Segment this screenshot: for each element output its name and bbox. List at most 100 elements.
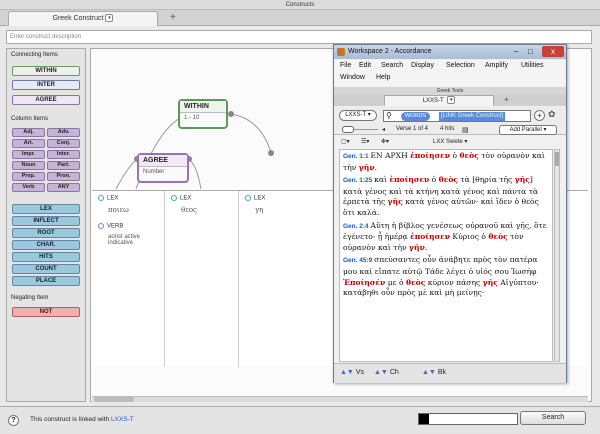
any-button[interactable]: ANY: [47, 183, 80, 192]
count-button[interactable]: COUNT: [12, 264, 80, 274]
conj-button[interactable]: Conj.: [47, 139, 80, 148]
lex-item[interactable]: LEX: [171, 195, 191, 202]
verse-text: ὁ: [429, 175, 439, 185]
menu-amplify[interactable]: Amplify: [485, 62, 508, 69]
accordance-window[interactable]: Workspace 2 - Accordance – □ x File Edit…: [333, 44, 567, 383]
scrollbar-thumb[interactable]: [94, 397, 134, 402]
horizontal-scrollbar[interactable]: [92, 396, 588, 402]
amplify-icon[interactable]: ✿: [548, 109, 556, 120]
accordance-text-pane[interactable]: Gen. 1:1 ΕΝ ΑΡΧΗ ἐποίησεν ὁ θεὸς τὸν οὐρ…: [339, 149, 553, 362]
ch-nav[interactable]: ▲▼ Ch: [374, 369, 399, 376]
chevron-down-icon[interactable]: ▾: [447, 96, 456, 105]
inter-item-button[interactable]: Inter.: [47, 150, 80, 159]
verse-text: καὶ: [374, 175, 390, 185]
connector-handle[interactable]: [268, 150, 274, 156]
lex-item[interactable]: LEX: [98, 195, 118, 202]
construct-description-input[interactable]: Enter construct description: [6, 30, 592, 44]
lex-item[interactable]: LEX: [245, 195, 265, 202]
agree-node[interactable]: AGREE Number: [137, 153, 189, 183]
hit-word: γῆς: [387, 197, 403, 207]
verb-button[interactable]: Verb: [12, 183, 45, 192]
column-3[interactable]: LEX γη: [239, 191, 334, 367]
within-button[interactable]: WITHIN: [12, 66, 80, 76]
verse-label: Verse 1 of 4: [396, 126, 429, 132]
root-button[interactable]: ROOT: [12, 228, 80, 238]
swete-label[interactable]: LXX Swete ▾: [433, 138, 467, 145]
menu-utilities[interactable]: Utilities: [521, 62, 544, 69]
verse-reference[interactable]: Gen. 2:4: [343, 223, 370, 230]
vertical-scrollbar[interactable]: [554, 149, 560, 362]
search-button[interactable]: Search: [520, 411, 586, 425]
menu-search[interactable]: Search: [381, 62, 403, 69]
connector-handle[interactable]: [228, 111, 234, 117]
column-2[interactable]: LEX θεος: [165, 191, 239, 367]
bk-nav[interactable]: ▲▼ Bk: [422, 369, 446, 376]
verse-text: .: [424, 242, 428, 252]
add-tab-button[interactable]: +: [504, 95, 509, 105]
menu-selection[interactable]: Selection: [446, 62, 475, 69]
linked-text-link[interactable]: LXXS-T: [111, 416, 134, 423]
lex-button[interactable]: LEX: [12, 204, 80, 214]
adj-button[interactable]: Adj.: [12, 128, 45, 137]
hit-word: θεὸς: [405, 277, 426, 287]
noun-button[interactable]: Noun: [12, 161, 45, 170]
search-field[interactable]: ⚲ WORDS [LINK Greek Construct]: [383, 110, 531, 122]
inter-button[interactable]: INTER: [12, 80, 80, 90]
display-icon[interactable]: ▢▾: [341, 138, 350, 145]
menu-window[interactable]: Window: [340, 74, 365, 81]
text-select[interactable]: LXXS-T ▾: [339, 110, 377, 121]
verse-text: τὰ [θηρία τῆς: [458, 175, 515, 185]
menu-file[interactable]: File: [340, 62, 351, 69]
verse-item[interactable]: Gen. 45:9 σπεύσαντες οὖν ἀνάβητε πρὸς τὸ…: [340, 254, 552, 299]
not-button[interactable]: NOT: [12, 307, 80, 317]
art-button[interactable]: Art.: [12, 139, 45, 148]
slider-thumb[interactable]: [342, 126, 354, 133]
menu-edit[interactable]: Edit: [359, 62, 371, 69]
tab-greek-construct[interactable]: Greek Construct ▾: [8, 11, 158, 26]
prep-button[interactable]: Prep.: [12, 172, 45, 181]
verse-item[interactable]: Gen. 1:25 καὶ ἐποίησεν ὁ θεὸς τὰ [θηρία …: [340, 174, 552, 219]
inflect-button[interactable]: INFLECT: [12, 216, 80, 226]
hits-graph-icon[interactable]: ▤: [462, 126, 469, 134]
words-button[interactable]: WORDS: [401, 112, 431, 121]
close-icon[interactable]: x: [542, 46, 564, 57]
maximize-icon[interactable]: □: [528, 47, 533, 57]
char-button[interactable]: CHAR.: [12, 240, 80, 250]
menu-display[interactable]: Display: [411, 62, 434, 69]
hit-word: γῆς: [514, 175, 530, 185]
agree-button[interactable]: AGREE: [12, 95, 80, 105]
minimize-icon[interactable]: –: [514, 47, 518, 57]
impr-button[interactable]: Impr.: [12, 150, 45, 159]
help-icon[interactable]: ?: [8, 415, 19, 426]
vs-nav[interactable]: ▲▼ Vs: [340, 369, 364, 376]
part-button[interactable]: Part.: [47, 161, 80, 170]
adv-button[interactable]: Adv.: [47, 128, 80, 137]
verse-item[interactable]: Gen. 2:4 Αὕτη ἡ βίβλος γενέσεως οὐρανοῦ …: [340, 220, 552, 255]
chevron-down-icon[interactable]: ▾: [105, 14, 114, 23]
place-button[interactable]: PLACE: [12, 276, 80, 286]
settings-icon[interactable]: ✻▾: [381, 138, 389, 145]
scrollbar-thumb[interactable]: [555, 152, 559, 166]
verb-item[interactable]: VERB: [98, 223, 123, 230]
verse-reference[interactable]: Gen. 1:25: [343, 177, 374, 184]
lex-dot-icon: [245, 195, 251, 201]
search-icon[interactable]: ⚲: [386, 111, 392, 121]
slider-track[interactable]: [354, 129, 378, 130]
verse-reference[interactable]: Gen. 45:9: [343, 257, 374, 264]
verse-item[interactable]: Gen. 1:1 ΕΝ ΑΡΧΗ ἐποίησεν ὁ θεὸς τὸν οὐρ…: [340, 150, 552, 174]
verse-reference[interactable]: Gen. 1:1: [343, 153, 370, 160]
accordance-title-bar[interactable]: Workspace 2 - Accordance – □ x: [334, 45, 566, 59]
menu-help[interactable]: Help: [376, 74, 390, 81]
add-parallel-button[interactable]: Add Parallel ▾: [499, 125, 557, 135]
format-icon[interactable]: ☰▾: [361, 138, 369, 145]
prev-verse-icon[interactable]: ◂: [382, 126, 385, 133]
add-tab-button[interactable]: +: [170, 11, 176, 25]
hits-button[interactable]: HITS: [12, 252, 80, 262]
column-1[interactable]: LEX ποιεω VERB aorist active indicative: [92, 191, 165, 367]
pron-button[interactable]: Pron.: [47, 172, 80, 181]
tab-lxxs-t[interactable]: LXXS-T ▾: [384, 95, 494, 106]
add-search-icon[interactable]: +: [534, 110, 545, 121]
search-input[interactable]: [LINK Greek Construct]: [439, 112, 506, 121]
within-node[interactable]: WITHIN 1 - 10: [178, 99, 228, 129]
hit-word: γῆς: [482, 277, 498, 287]
